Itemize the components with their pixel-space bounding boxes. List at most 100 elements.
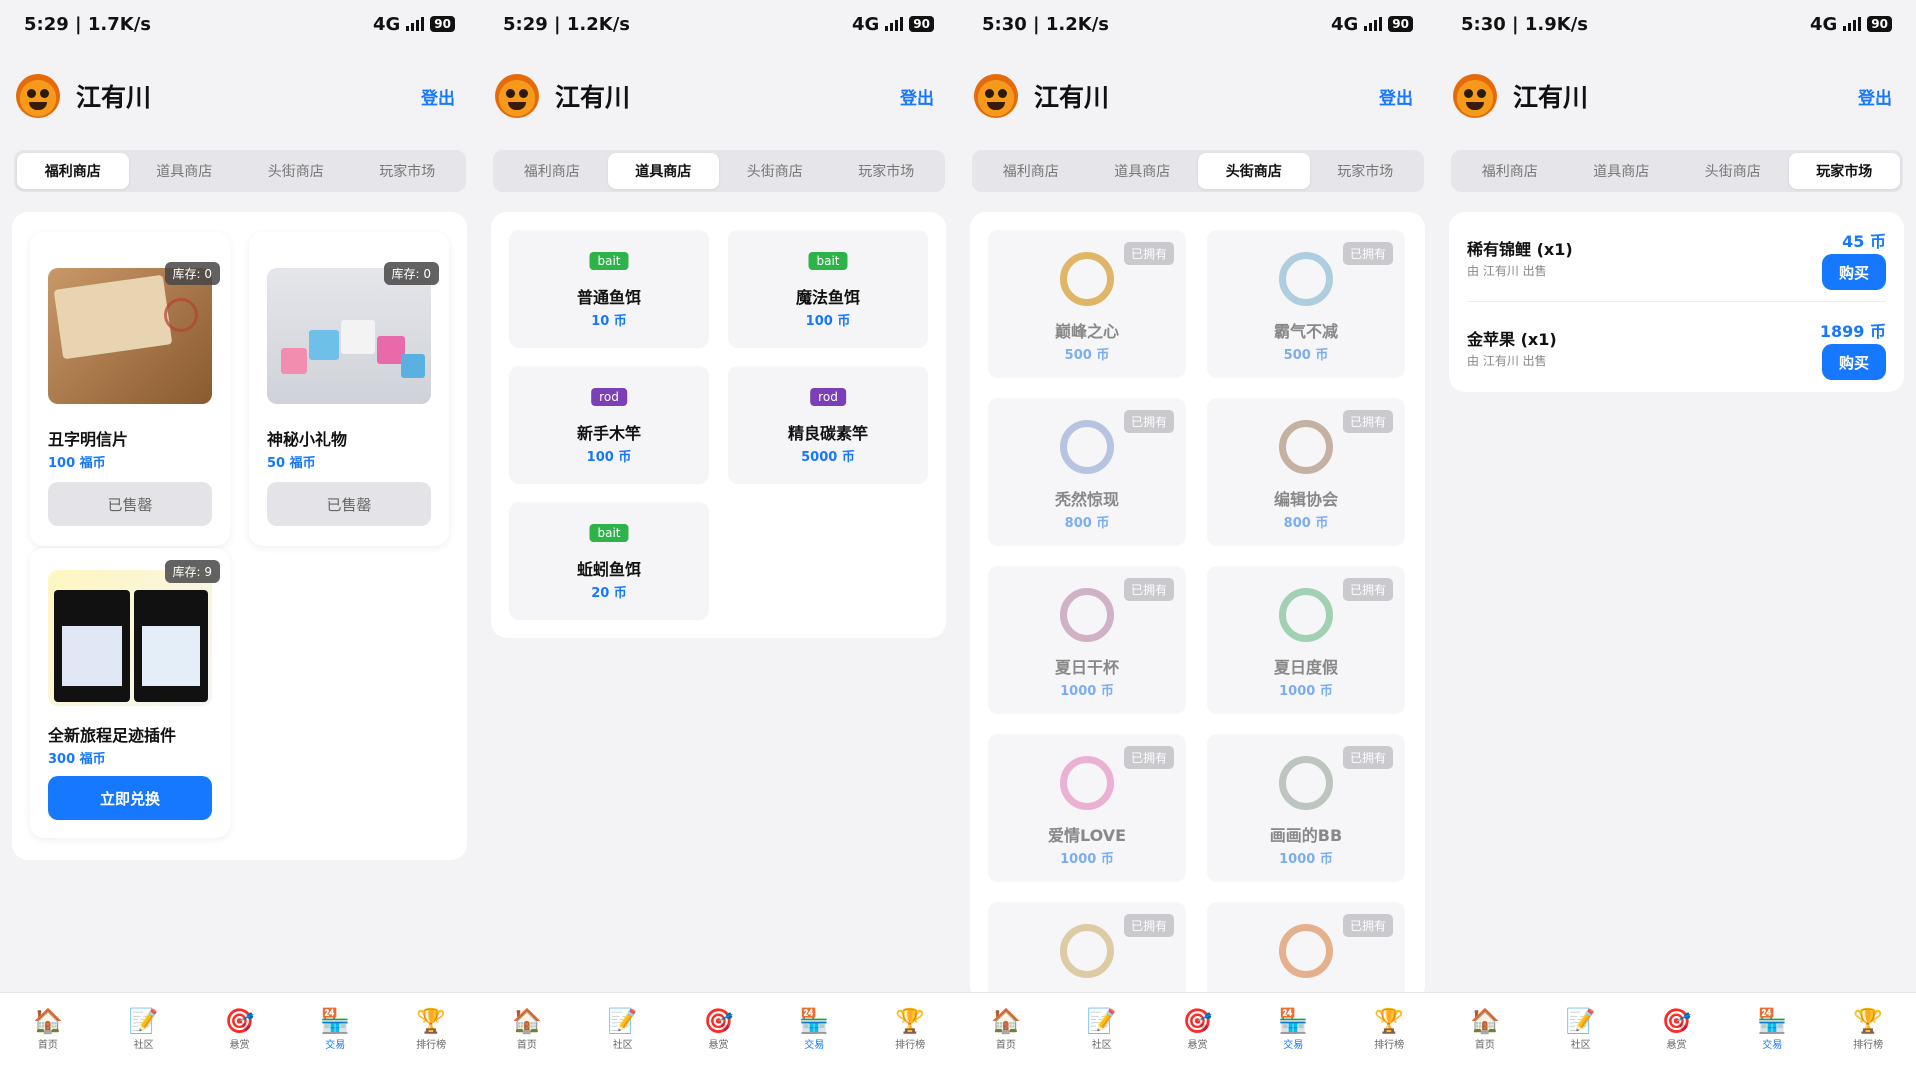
nav-community[interactable]: 📝 社区 — [575, 993, 671, 1066]
tab-welfare-shop[interactable]: 福利商店 — [496, 153, 608, 189]
nav-home[interactable]: 🏠 首页 — [1437, 993, 1533, 1066]
prop-tag: rod — [810, 388, 846, 406]
tab-player-market[interactable]: 玩家市场 — [1310, 153, 1422, 189]
app-header: 江有川 登出 — [958, 70, 1437, 122]
item-name: 神秘小礼物 — [267, 430, 348, 449]
prop-tag: bait — [589, 524, 629, 542]
avatar[interactable] — [495, 74, 539, 118]
shop-tabs: 福利商店 道具商店 头街商店 玩家市场 — [493, 150, 945, 192]
network-label: 4G — [372, 13, 401, 35]
nav-leaderboard[interactable]: 🏆 排行榜 — [1341, 993, 1437, 1066]
welfare-card: 库存: 9 全新旅程足迹插件 300 福币 立即兑换 — [30, 548, 230, 838]
frame-item[interactable]: 已拥有 夏日干杯 1000 币 — [988, 566, 1186, 714]
frame-price: 1000 币 — [1279, 852, 1333, 867]
nav-bounty[interactable]: 🎯 悬赏 — [1150, 993, 1246, 1066]
tab-player-market[interactable]: 玩家市场 — [1788, 153, 1900, 189]
sold-out-button[interactable]: 已售罄 — [48, 482, 212, 526]
tab-frame-shop[interactable]: 头街商店 — [1198, 153, 1310, 189]
logout-button[interactable]: 登出 — [1379, 84, 1413, 109]
username: 江有川 — [1034, 83, 1110, 112]
frame-item[interactable]: 已拥有 夏日度假 1000 币 — [1207, 566, 1405, 714]
logout-button[interactable]: 登出 — [900, 84, 934, 109]
frame-item[interactable]: 已拥有 霸气不减 500 币 — [1207, 230, 1405, 378]
tab-welfare-shop[interactable]: 福利商店 — [1454, 153, 1566, 189]
prop-item[interactable]: bait 普通鱼饵 10 币 — [509, 230, 709, 348]
sold-out-button[interactable]: 已售罄 — [267, 482, 431, 526]
signal-icon — [885, 17, 904, 31]
nav-bounty[interactable]: 🎯 悬赏 — [192, 993, 288, 1066]
logout-button[interactable]: 登出 — [1858, 84, 1892, 109]
buy-button[interactable]: 购买 — [1822, 254, 1886, 290]
avatar[interactable] — [16, 74, 60, 118]
tab-frame-shop[interactable]: 头街商店 — [1677, 153, 1789, 189]
avatar-frame-image — [1279, 420, 1333, 474]
stock-badge: 库存: 9 — [164, 560, 220, 583]
plugin-image — [48, 570, 212, 706]
redeem-button[interactable]: 立即兑换 — [48, 776, 212, 820]
signal-icon — [406, 17, 425, 31]
frame-item[interactable]: 已拥有 编辑协会 800 币 — [1207, 398, 1405, 546]
nav-community[interactable]: 📝 社区 — [1533, 993, 1629, 1066]
nav-trade[interactable]: 🏪 交易 — [1724, 993, 1820, 1066]
battery-icon: 90 — [1867, 16, 1892, 32]
tab-frame-shop[interactable]: 头街商店 — [240, 153, 352, 189]
frame-item[interactable]: 已拥有 画画的BB 1000 币 — [1207, 734, 1405, 882]
nav-home[interactable]: 🏠 首页 — [958, 993, 1054, 1066]
tab-frame-shop[interactable]: 头街商店 — [719, 153, 831, 189]
tab-props-shop[interactable]: 道具商店 — [1087, 153, 1199, 189]
battery-icon: 90 — [909, 16, 934, 32]
buy-button[interactable]: 购买 — [1822, 344, 1886, 380]
prop-price: 20 币 — [591, 586, 627, 601]
nav-community[interactable]: 📝 社区 — [96, 993, 192, 1066]
prop-tag: bait — [589, 252, 629, 270]
status-time: 5:29 | 1.7K/s — [24, 13, 152, 35]
prop-item[interactable]: bait 蚯蚓鱼饵 20 币 — [509, 502, 709, 620]
tab-props-shop[interactable]: 道具商店 — [607, 153, 719, 189]
home-icon: 🏠 — [990, 1007, 1021, 1035]
tab-welfare-shop[interactable]: 福利商店 — [17, 153, 129, 189]
postcard-image — [48, 268, 212, 404]
tab-welfare-shop[interactable]: 福利商店 — [975, 153, 1087, 189]
home-icon: 🏠 — [511, 1007, 542, 1035]
frame-item[interactable]: 已拥有 巅峰之心 500 币 — [988, 230, 1186, 378]
frame-name: 夏日干杯 — [1054, 658, 1119, 677]
owned-badge: 已拥有 — [1123, 242, 1174, 265]
avatar[interactable] — [974, 74, 1018, 118]
props-panel: bait 普通鱼饵 10 币 bait 魔法鱼饵 100 币 rod 新手木竿 … — [491, 212, 946, 638]
frame-item[interactable]: 已拥有 爱情LOVE 1000 币 — [988, 734, 1186, 882]
nav-bounty[interactable]: 🎯 悬赏 — [1629, 993, 1725, 1066]
nav-bounty[interactable]: 🎯 悬赏 — [671, 993, 767, 1066]
avatar-frame-image — [1060, 588, 1114, 642]
prop-item[interactable]: rod 精良碳素竿 5000 币 — [728, 366, 928, 484]
prop-price: 100 币 — [586, 450, 632, 465]
nav-leaderboard[interactable]: 🏆 排行榜 — [1820, 993, 1916, 1066]
frame-name: 爱情LOVE — [1047, 826, 1127, 845]
tab-player-market[interactable]: 玩家市场 — [831, 153, 943, 189]
avatar[interactable] — [1453, 74, 1497, 118]
tab-props-shop[interactable]: 道具商店 — [1566, 153, 1678, 189]
logout-button[interactable]: 登出 — [421, 84, 455, 109]
nav-trade[interactable]: 🏪 交易 — [766, 993, 862, 1066]
battery-icon: 90 — [1388, 16, 1413, 32]
nav-trade[interactable]: 🏪 交易 — [287, 993, 383, 1066]
prop-item[interactable]: rod 新手木竿 100 币 — [509, 366, 709, 484]
prop-item[interactable]: bait 魔法鱼饵 100 币 — [728, 230, 928, 348]
nav-home[interactable]: 🏠 首页 — [479, 993, 575, 1066]
avatar-frame-image — [1060, 924, 1114, 978]
tab-player-market[interactable]: 玩家市场 — [352, 153, 464, 189]
screen-props-shop: 5:29 | 1.2K/s 4G 90 江有川 登出 福利商店 道具商店 头街商… — [479, 0, 958, 1066]
nav-home[interactable]: 🏠 首页 — [0, 993, 96, 1066]
shop-tabs: 福利商店 道具商店 头街商店 玩家市场 — [14, 150, 466, 192]
listing-title: 稀有锦鲤 (x1) — [1467, 240, 1573, 259]
nav-leaderboard[interactable]: 🏆 排行榜 — [862, 993, 958, 1066]
frame-item[interactable]: 已拥有 秃然惊现 800 币 — [988, 398, 1186, 546]
prop-name: 魔法鱼饵 — [795, 288, 860, 307]
nav-trade[interactable]: 🏪 交易 — [1245, 993, 1341, 1066]
status-time: 5:30 | 1.9K/s — [1461, 13, 1589, 35]
target-icon: 🎯 — [224, 1007, 255, 1035]
tab-props-shop[interactable]: 道具商店 — [129, 153, 241, 189]
nav-community[interactable]: 📝 社区 — [1054, 993, 1150, 1066]
nav-leaderboard[interactable]: 🏆 排行榜 — [383, 993, 479, 1066]
owned-badge: 已拥有 — [1342, 914, 1393, 937]
home-icon: 🏠 — [32, 1007, 63, 1035]
